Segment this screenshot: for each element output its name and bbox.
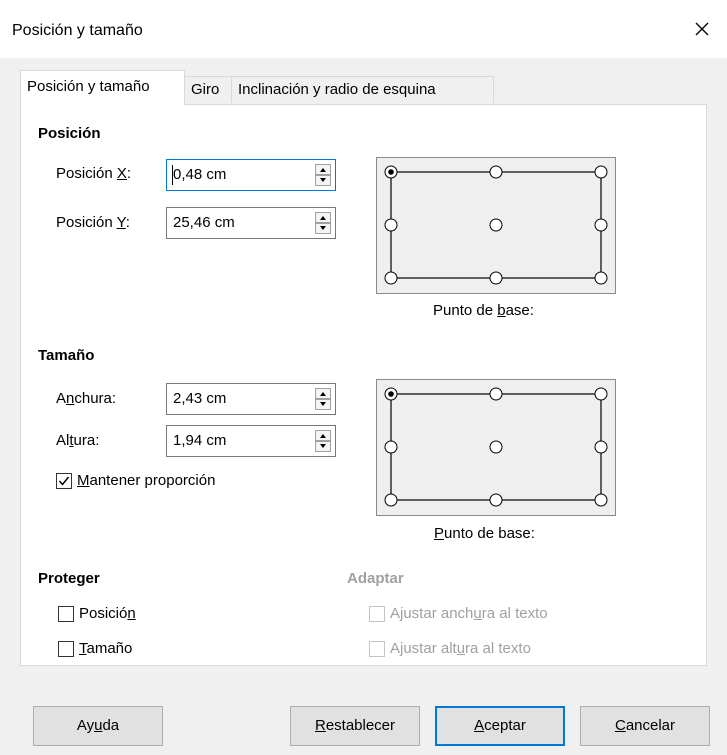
protect-position-label: Posición: [79, 605, 136, 622]
keep-ratio-label: Mantener proporción: [77, 472, 216, 489]
tab-position-size[interactable]: Posición y tamaño: [20, 70, 185, 105]
size-base-point-label: Punto de base:: [434, 525, 535, 542]
spin-down-icon[interactable]: [315, 175, 331, 186]
spin-down-icon[interactable]: [315, 441, 331, 452]
height-value: 1,94 cm: [173, 432, 227, 449]
fit-height-checkbox[interactable]: Ajustar altura al texto: [369, 640, 531, 657]
window-title: Posición y tamaño: [12, 22, 143, 39]
reset-button[interactable]: Restablecer: [290, 706, 420, 746]
protect-size-checkbox[interactable]: Tamaño: [58, 640, 132, 657]
position-base-point-grid[interactable]: [376, 157, 616, 294]
checkbox-box: [369, 640, 385, 657]
tab-slant-corner-radius[interactable]: Inclinación y radio de esquina: [231, 76, 494, 103]
checkbox-box: [56, 472, 72, 489]
position-x-field[interactable]: 0,48 cm: [166, 159, 336, 191]
spin-up-icon[interactable]: [315, 164, 331, 175]
height-field[interactable]: 1,94 cm: [166, 425, 336, 457]
spin-up-icon[interactable]: [315, 212, 331, 223]
spin-up-icon[interactable]: [315, 430, 331, 441]
close-icon: [695, 22, 709, 36]
size-base-point-grid[interactable]: [376, 379, 616, 516]
protect-heading: Proteger: [38, 570, 100, 587]
position-x-label: Posición X:: [56, 165, 132, 182]
size-heading: Tamaño: [38, 347, 95, 364]
checkbox-box: [58, 640, 74, 657]
fit-width-checkbox[interactable]: Ajustar anchura al texto: [369, 605, 548, 622]
position-base-point-label: Punto de base:: [433, 302, 534, 319]
protect-position-checkbox[interactable]: Posición: [58, 605, 136, 622]
keep-ratio-checkbox[interactable]: Mantener proporción: [56, 472, 215, 489]
tab-rotation[interactable]: Giro: [184, 76, 232, 103]
height-label: Altura:: [56, 432, 100, 449]
fit-height-label: Ajustar altura al texto: [390, 640, 531, 657]
position-x-value: 0,48 cm: [173, 166, 227, 183]
adapt-heading: Adaptar: [347, 570, 404, 587]
protect-size-label: Tamaño: [79, 640, 133, 657]
checkbox-box: [369, 605, 385, 622]
checkmark-icon: [58, 476, 70, 486]
position-heading: Posición: [38, 125, 101, 142]
spin-up-icon[interactable]: [315, 388, 331, 399]
help-button[interactable]: Ayuda: [33, 706, 163, 746]
ok-button[interactable]: Aceptar: [435, 706, 565, 746]
spin-down-icon[interactable]: [315, 399, 331, 410]
fit-width-label: Ajustar anchura al texto: [390, 605, 548, 622]
tab-panel: Posición Posición X: 0,48 cm Posición Y:…: [20, 104, 707, 666]
position-y-value: 25,46 cm: [173, 214, 235, 231]
width-field[interactable]: 2,43 cm: [166, 383, 336, 415]
width-label: Anchura:: [56, 390, 117, 407]
position-y-label: Posición Y:: [56, 214, 130, 231]
spin-down-icon[interactable]: [315, 223, 331, 234]
checkbox-box: [58, 605, 74, 622]
close-button[interactable]: [687, 14, 717, 44]
width-value: 2,43 cm: [173, 390, 227, 407]
position-y-field[interactable]: 25,46 cm: [166, 207, 336, 239]
cancel-button[interactable]: Cancelar: [580, 706, 710, 746]
title-bar: Posición y tamaño: [0, 0, 727, 58]
